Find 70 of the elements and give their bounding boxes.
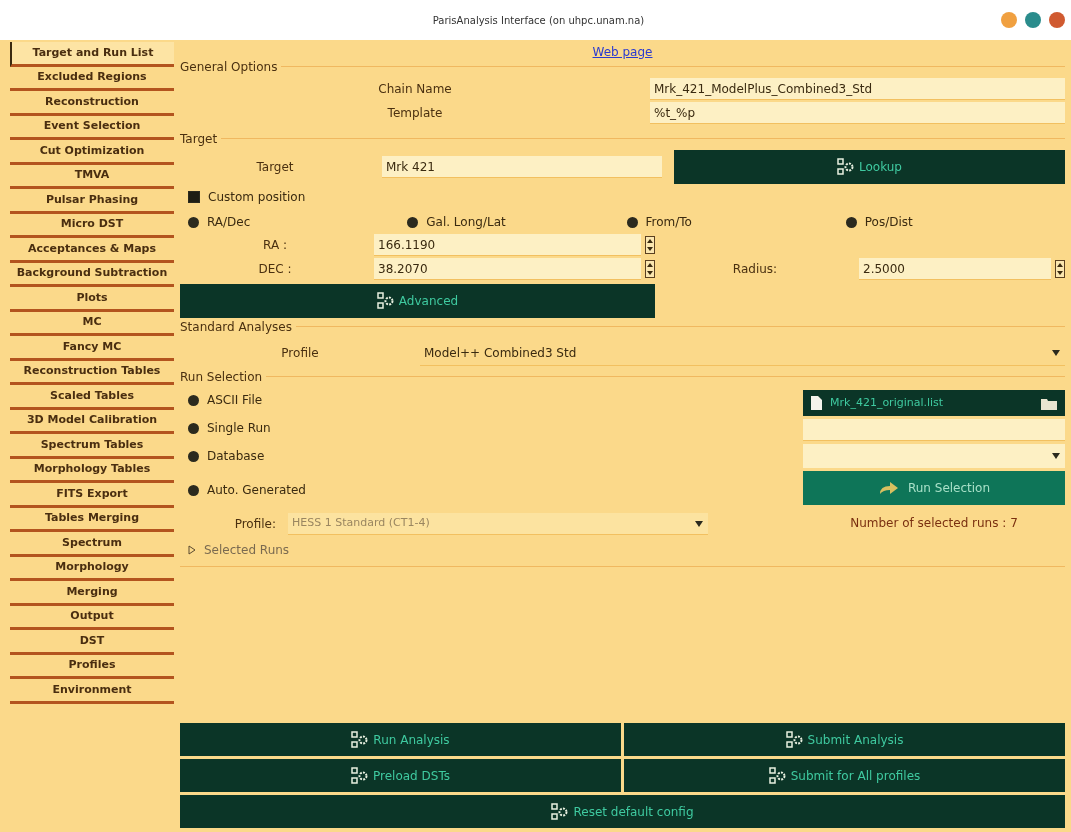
number-field[interactable]: 166.1190 [374, 234, 641, 256]
sidebar-tab[interactable]: Target and Run List [10, 42, 174, 67]
document-icon [811, 396, 822, 410]
gears-icon [351, 730, 370, 749]
radio-button[interactable] [188, 422, 199, 434]
gears-icon [551, 802, 570, 821]
window-title: ParisAnalysis Interface (on uhpc.unam.na) [432, 13, 645, 28]
advanced-button[interactable]: Advanced [180, 284, 655, 318]
checkbox-label: Custom position [208, 189, 306, 206]
radio-label: Single Run [207, 420, 271, 437]
gears-icon [351, 766, 369, 785]
target-field[interactable]: Mrk 421 [382, 156, 662, 178]
field-label: Template [386, 105, 444, 122]
selected-runs-expander[interactable]: Selected Runs [188, 538, 803, 562]
field-label: Profile [280, 345, 320, 362]
profile-dropdown[interactable]: Model++ Combined3 Std [420, 340, 1065, 366]
spinner-icon[interactable] [645, 236, 655, 254]
window-control-button[interactable] [1025, 12, 1041, 28]
selected-runs-count: Number of selected runs : 7 [849, 515, 1019, 532]
radio-label: ASCII File [207, 392, 263, 409]
checkbox[interactable] [188, 191, 200, 203]
action-button[interactable]: Reset default config [180, 795, 1065, 828]
text-field[interactable]: Mrk_421_ModelPlus_Combined3_Std [650, 78, 1065, 100]
radio-label: Auto. Generated [207, 482, 306, 499]
gears-icon [785, 730, 804, 749]
radio-label: Pos/Dist [864, 214, 913, 231]
radio-label: Gal. Long/Lat [426, 214, 506, 231]
radio-label: Database [207, 448, 265, 465]
lookup-button[interactable]: Lookup [674, 150, 1065, 184]
expander-triangle-icon [188, 545, 196, 555]
radio-button[interactable] [626, 216, 638, 228]
action-button[interactable]: Run Analysis [180, 723, 621, 756]
action-button[interactable]: Submit for All profiles [624, 759, 1065, 792]
field-label: RA : [262, 237, 288, 254]
single-run-field[interactable] [803, 419, 1065, 441]
window-control-button[interactable] [1049, 12, 1065, 28]
spinner-icon[interactable] [645, 260, 655, 278]
field-label: Chain Name [377, 81, 453, 98]
web-page-link[interactable]: Web page [592, 43, 653, 61]
dropdown-caret-icon [694, 519, 704, 528]
gears-icon [376, 292, 395, 310]
field-label: Profile: [233, 516, 277, 533]
field-label: Target [255, 159, 295, 176]
gears-icon [837, 158, 855, 176]
dropdown-caret-icon [1051, 348, 1061, 357]
spinner-icon[interactable] [1055, 260, 1065, 278]
redo-arrow-icon [877, 481, 900, 495]
group-title: General Options [180, 58, 282, 76]
action-button[interactable]: Submit Analysis [624, 723, 1065, 756]
folder-icon [1041, 396, 1057, 410]
field-label: DEC : [257, 261, 293, 278]
run-profile-dropdown: HESS 1 Standard (CT1-4) [288, 513, 708, 535]
radio-button[interactable] [845, 216, 857, 228]
gears-icon [768, 766, 787, 785]
radio-button[interactable] [188, 394, 199, 406]
radio-label: From/To [645, 214, 692, 231]
radio-label: RA/Dec [207, 214, 251, 231]
radio-button[interactable] [188, 484, 199, 496]
dropdown-caret-icon [1051, 452, 1061, 460]
number-field[interactable]: 2.5000 [859, 258, 1051, 280]
file-chooser-button[interactable]: Mrk_421_original.list [803, 390, 1065, 416]
radio-button[interactable] [407, 216, 419, 228]
radio-button[interactable] [188, 450, 199, 462]
text-field[interactable]: %t_%p [650, 102, 1065, 124]
field-label: Radius: [731, 261, 779, 278]
run-selection-button[interactable]: Run Selection [803, 471, 1065, 505]
number-field[interactable]: 38.2070 [374, 258, 641, 280]
group-title: Standard Analyses [180, 318, 296, 336]
action-button[interactable]: Preload DSTs [180, 759, 621, 792]
radio-button[interactable] [188, 216, 199, 228]
